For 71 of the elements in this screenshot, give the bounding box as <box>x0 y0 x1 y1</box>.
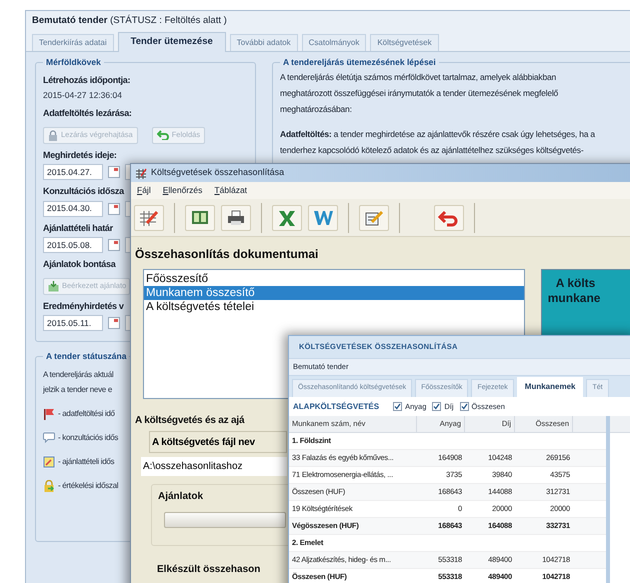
time-field[interactable] <box>125 164 130 180</box>
section-heading: A költségvetés és az ajá <box>135 414 244 428</box>
tab[interactable]: Csatolmányok <box>302 34 366 51</box>
undo-arrow-icon <box>156 130 169 140</box>
calendar-icon[interactable] <box>108 202 120 214</box>
document-icon[interactable] <box>308 204 338 230</box>
calendar-icon[interactable] <box>108 317 120 329</box>
info-text: munkane <box>548 291 602 306</box>
legend-text: - konzultációs idős <box>58 432 118 444</box>
tab[interactable]: Költségvetések <box>370 34 439 51</box>
group-title: A tendereljárás ütemezésének lépései <box>282 56 437 69</box>
section-heading: Összehasonlítás dokumentumai <box>135 246 320 263</box>
printer-icon[interactable] <box>221 204 251 230</box>
group-title: Mérföldkövek <box>45 56 102 69</box>
grid-icon <box>135 168 147 178</box>
date-field[interactable]: 2015.04.27. <box>43 164 103 180</box>
status-text: A tendereljárás aktuál <box>43 368 114 381</box>
tray-icon <box>48 280 59 292</box>
tab[interactable]: Munkanemek <box>516 377 584 397</box>
window-title: Költségvetések összehasonlítása <box>151 166 284 180</box>
date-field[interactable]: 2015.05.11. <box>43 315 103 331</box>
spreadsheet-icon[interactable] <box>272 204 302 230</box>
field-label: A költségvetés fájl nev <box>149 431 287 453</box>
list-item[interactable]: Munkanem összesítő <box>144 286 524 300</box>
legend-text: - adatfeltöltési idő <box>58 408 115 420</box>
tab[interactable]: Tenderkiírás adatai <box>32 34 114 51</box>
info-text: A költs <box>554 276 596 291</box>
panel-icon[interactable] <box>185 204 215 230</box>
checkbox[interactable] <box>393 402 402 411</box>
menu-item[interactable]: Táblázat <box>214 184 248 197</box>
field-label: Ajánlatok bontása <box>43 258 116 271</box>
menu-item[interactable]: Ellenőrzés <box>162 184 202 197</box>
legend-text: - értékelési időszal <box>58 480 118 492</box>
time-field[interactable] <box>125 200 130 216</box>
list-item[interactable]: A költségvetés tételei <box>144 300 524 314</box>
field-label: Meghirdetés ideje: <box>43 148 117 162</box>
date-field[interactable]: 2015.05.08. <box>43 237 103 253</box>
group-title: Ajánlatok <box>158 490 204 504</box>
date-field[interactable]: 2015.04.30. <box>43 200 103 216</box>
padlock-icon <box>43 480 55 492</box>
legend-text: - ajánlattételi idős <box>58 456 114 468</box>
tab[interactable]: További adatok <box>230 34 298 51</box>
menu-item[interactable]: Fájl <box>137 184 151 197</box>
time-field[interactable] <box>125 315 130 331</box>
calendar-icon[interactable] <box>108 239 120 251</box>
paragraph: Adatfeltöltés: a tender meghirdetése az ajánlattevők részére csak úgy lehetséges, ha a tenderhez kapcsolódó kötelező adatok és az ajánlattételhez szükséges költségvetés- <box>280 128 596 157</box>
flag-icon <box>43 408 55 420</box>
field-value: 2015-04-27 12:36:04 <box>43 89 123 102</box>
field-label: Létrehozás időpontja: <box>43 74 130 87</box>
checkbox[interactable] <box>460 402 469 411</box>
window-title: Bemutató tender (STÁTUSZ : Feltöltés alatt ) <box>32 14 227 28</box>
field-label: Adatfeltöltés lezárása: <box>43 107 132 120</box>
edit-document-icon[interactable] <box>359 204 389 230</box>
list-item[interactable]: Főösszesítő <box>144 272 524 286</box>
grid-pencil-icon[interactable] <box>134 204 164 230</box>
speech-bubble-icon <box>43 432 55 444</box>
group-title: A tender státuszána <box>45 350 128 363</box>
group-title: Elkészült összehason <box>157 563 260 577</box>
field-label: Konzultációs idősza <box>43 185 124 198</box>
calendar-icon[interactable] <box>108 166 120 178</box>
field-label: Eredményhirdetés v <box>43 300 124 313</box>
notepad-icon <box>43 456 55 468</box>
padlock-icon <box>48 130 58 140</box>
field-label: Ajánlattételi határ <box>43 222 113 235</box>
status-text: jelzik a tender neve e <box>43 384 114 396</box>
checkbox[interactable] <box>432 402 442 411</box>
tab[interactable]: Tender ütemezése <box>118 32 226 52</box>
section-heading: ALAPKÖLTSÉGVETÉS <box>293 400 380 412</box>
time-field[interactable] <box>125 237 130 253</box>
paragraph: A tendereljárás életútja számos mérföldkövet tartalmaz, amelyek alábbiakban meghatározott összefüggései iránymutatók a tender ütemezésének megfelelő meghatározásában: <box>280 70 560 116</box>
file-path-field[interactable]: A:\osszehasonlitashoz <box>141 457 287 476</box>
